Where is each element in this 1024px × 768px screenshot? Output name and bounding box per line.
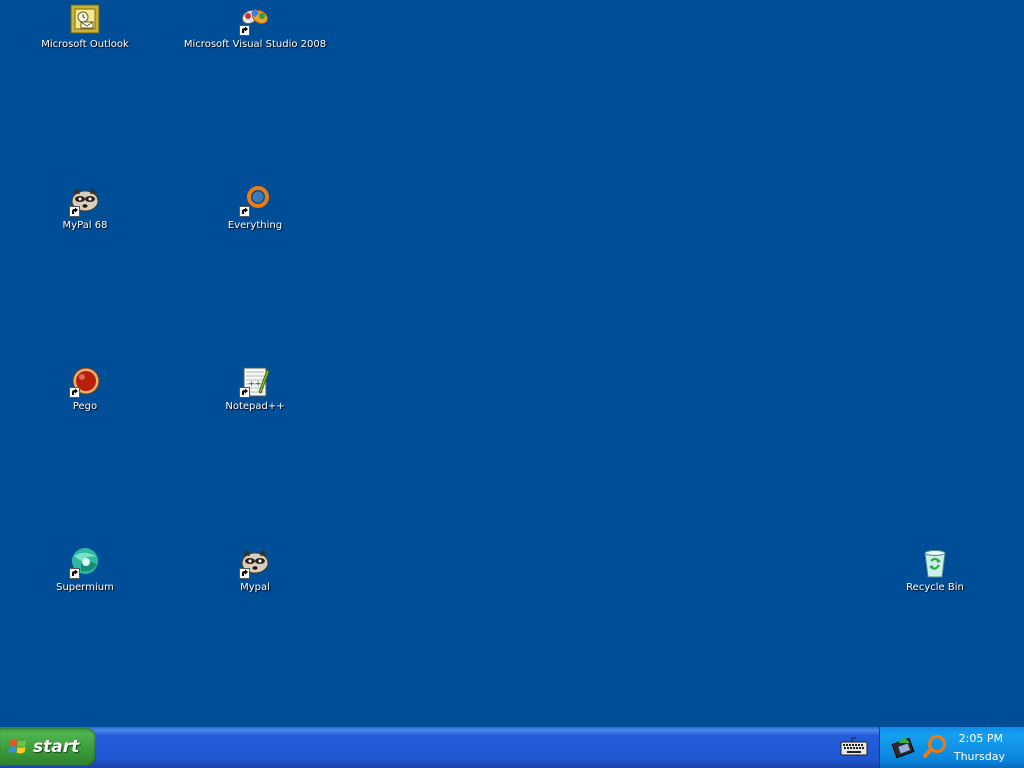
icon-label: Mypal <box>240 582 270 593</box>
icon-label: Supermium <box>56 582 114 593</box>
start-button[interactable]: start <box>0 728 96 766</box>
icon-label: Microsoft Visual Studio 2008 <box>183 39 327 50</box>
everything-search-icon <box>239 185 271 217</box>
notepad-plus-plus-icon: ++ <box>239 366 271 398</box>
start-label: start <box>33 737 80 757</box>
icon-label: Recycle Bin <box>906 582 964 593</box>
outlook-icon <box>69 4 101 36</box>
shortcut-arrow-icon <box>239 206 250 217</box>
icon-label: MyPal 68 <box>62 220 108 231</box>
desktop-icon-microsoft-visual-studio-2008[interactable]: Microsoft Visual Studio 2008 <box>183 4 327 51</box>
desktop: Microsoft Outlook Microsoft Visual Studi… <box>0 0 1024 727</box>
taskbar: start 2:05 PM Thursday <box>0 727 1024 768</box>
shortcut-arrow-icon <box>239 25 250 36</box>
desktop-icon-recycle-bin[interactable]: Recycle Bin <box>865 547 1005 594</box>
pego-red-orb-icon <box>69 366 101 398</box>
shortcut-arrow-icon <box>69 387 80 398</box>
mypal-raccoon-icon <box>239 547 271 579</box>
mypal-raccoon-icon <box>69 185 101 217</box>
tray-search-icon[interactable] <box>922 734 948 760</box>
desktop-icon-mypal-68[interactable]: MyPal 68 <box>15 185 155 232</box>
svg-text:++: ++ <box>248 379 261 388</box>
supermium-icon <box>69 547 101 579</box>
icon-label: Microsoft Outlook <box>41 39 129 50</box>
visual-studio-icon <box>239 4 271 36</box>
shortcut-arrow-icon <box>239 568 250 579</box>
icon-label: Everything <box>227 220 283 231</box>
tray-app-icon[interactable] <box>890 733 918 761</box>
system-tray: 2:05 PM Thursday <box>879 727 1024 768</box>
keyboard-icon[interactable] <box>840 737 868 757</box>
desktop-icon-pego[interactable]: Pego <box>15 366 155 413</box>
desktop-icon-microsoft-outlook[interactable]: Microsoft Outlook <box>15 4 155 51</box>
clock-time[interactable]: 2:05 PM <box>959 732 1003 745</box>
icon-label: Notepad++ <box>225 401 285 412</box>
shortcut-arrow-icon <box>239 387 250 398</box>
desktop-icon-supermium[interactable]: Supermium <box>15 547 155 594</box>
shortcut-arrow-icon <box>69 568 80 579</box>
desktop-icon-notepad-plus-plus[interactable]: ++ Notepad++ <box>185 366 325 413</box>
recycle-bin-icon <box>919 547 951 579</box>
desktop-icon-everything[interactable]: Everything <box>185 185 325 232</box>
icon-label: Pego <box>72 401 98 412</box>
windows-logo-icon <box>9 739 26 754</box>
shortcut-arrow-icon <box>69 206 80 217</box>
clock-day[interactable]: Thursday <box>954 750 1005 763</box>
desktop-icon-mypal[interactable]: Mypal <box>185 547 325 594</box>
